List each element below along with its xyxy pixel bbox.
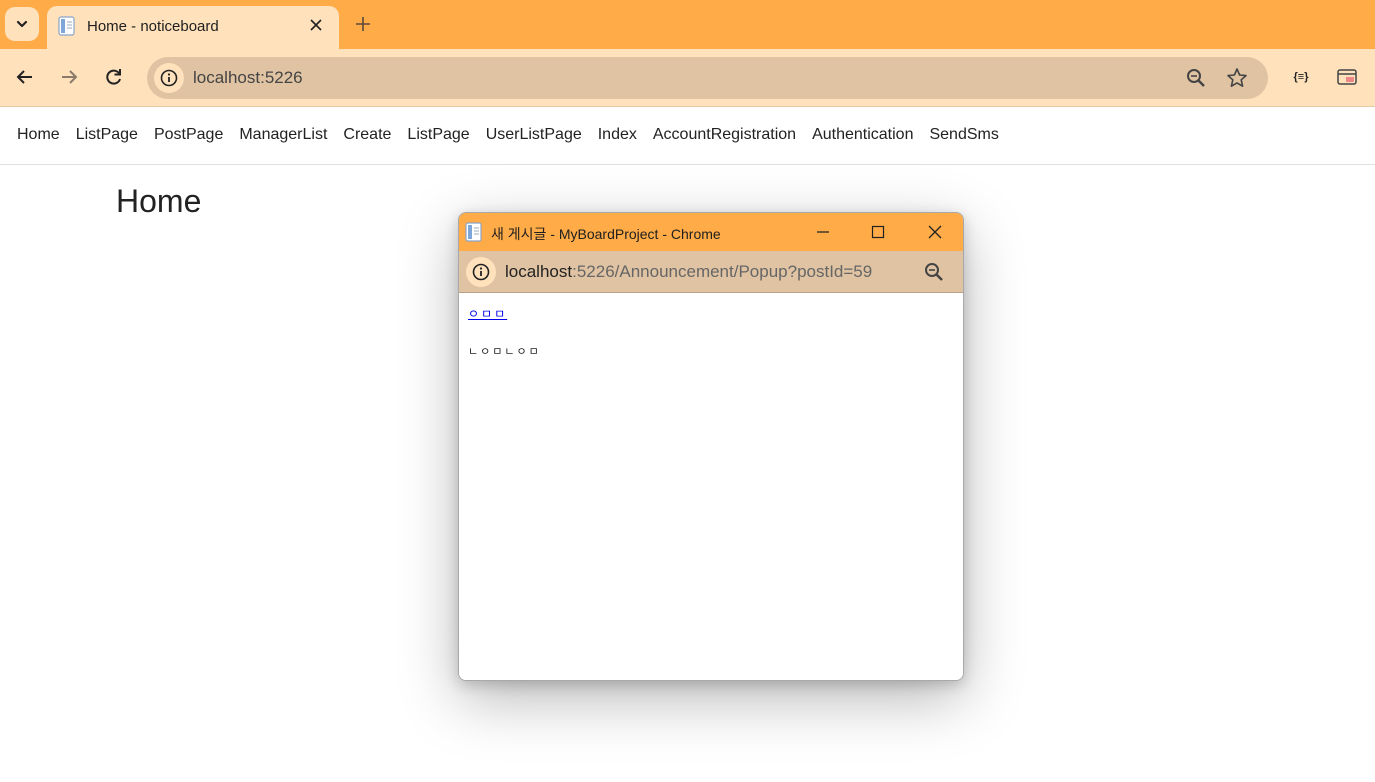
minimize-icon (817, 231, 829, 233)
info-icon (472, 263, 490, 281)
arrow-left-icon (16, 70, 32, 84)
page-favicon-icon (58, 16, 75, 36)
post-body-text: ㄴㅇㅁㄴㅇㅁ (468, 345, 541, 358)
zoom-icon[interactable] (923, 261, 945, 283)
info-icon (160, 69, 178, 87)
chevron-down-icon (16, 20, 28, 28)
plus-icon (356, 17, 370, 31)
tab-close-button[interactable] (306, 15, 326, 35)
tab-search-button[interactable] (5, 7, 39, 41)
tab-title: Home - noticeboard (87, 18, 219, 35)
popup-address-bar[interactable]: localhost:5226/Announcement/Popup?postId… (459, 251, 963, 293)
popup-window: 새 게시글 - MyBoardProject - Chrome localhos… (458, 212, 964, 681)
tab-strip: Home - noticeboard (0, 0, 1375, 49)
maximize-icon (871, 225, 885, 239)
nav-link-userlistpage[interactable]: UserListPage (478, 126, 590, 144)
address-bar[interactable]: localhost:5226 (147, 57, 1268, 99)
popup-content: ㅇㅁㅁ ㄴㅇㅁㄴㅇㅁ (459, 293, 963, 680)
nav-list: Home ListPage PostPage ManagerList Create Lis… (9, 126, 1007, 144)
nav-link-listpage[interactable]: ListPage (68, 126, 146, 144)
nav-link-accountregistration[interactable]: AccountRegistration (645, 126, 804, 144)
reload-icon (106, 69, 121, 85)
new-tab-button[interactable] (351, 12, 375, 36)
popup-url: localhost:5226/Announcement/Popup?postId… (505, 262, 872, 282)
address-url: localhost:5226 (193, 68, 303, 87)
zoom-icon[interactable] (1185, 67, 1207, 89)
window-icon (1337, 69, 1357, 85)
extension-button[interactable]: {≡} (1287, 63, 1315, 91)
reload-button[interactable] (99, 62, 129, 92)
back-button[interactable] (10, 62, 40, 92)
profile-window-button[interactable] (1333, 63, 1361, 91)
nav-link-sendsms[interactable]: SendSms (921, 126, 1006, 144)
nav-link-create[interactable]: Create (335, 126, 399, 144)
close-icon (928, 225, 942, 239)
popup-url-host: localhost (505, 262, 573, 281)
page-favicon-icon (465, 222, 482, 242)
site-info-button[interactable] (154, 63, 184, 93)
close-icon (310, 19, 322, 31)
forward-button[interactable] (54, 62, 84, 92)
json-extension-icon: {≡} (1293, 71, 1309, 83)
nav-link-index[interactable]: Index (590, 126, 645, 144)
minimize-button[interactable] (811, 221, 835, 243)
browser-toolbar: localhost:5226 {≡} (0, 49, 1375, 107)
arrow-right-icon (62, 70, 78, 84)
bookmark-star-icon[interactable] (1226, 67, 1248, 89)
close-window-button[interactable] (923, 221, 947, 243)
post-title-link[interactable]: ㅇㅁㅁ (468, 305, 507, 322)
maximize-button[interactable] (866, 221, 890, 243)
popup-titlebar[interactable]: 새 게시글 - MyBoardProject - Chrome (459, 213, 963, 251)
nav-link-listpage[interactable]: ListPage (399, 126, 477, 144)
site-navbar: Home ListPage PostPage ManagerList Create Lis… (0, 107, 1375, 165)
site-info-button[interactable] (466, 257, 496, 287)
active-tab[interactable]: Home - noticeboard (47, 6, 339, 49)
nav-link-postpage[interactable]: PostPage (146, 126, 231, 144)
popup-title: 새 게시글 - MyBoardProject - Chrome (491, 226, 721, 242)
page-title: Home (116, 183, 202, 219)
nav-link-managerlist[interactable]: ManagerList (231, 126, 335, 144)
popup-url-path: :5226/Announcement/Popup?postId=59 (572, 262, 873, 281)
nav-link-home[interactable]: Home (9, 126, 68, 144)
nav-link-authentication[interactable]: Authentication (804, 126, 921, 144)
